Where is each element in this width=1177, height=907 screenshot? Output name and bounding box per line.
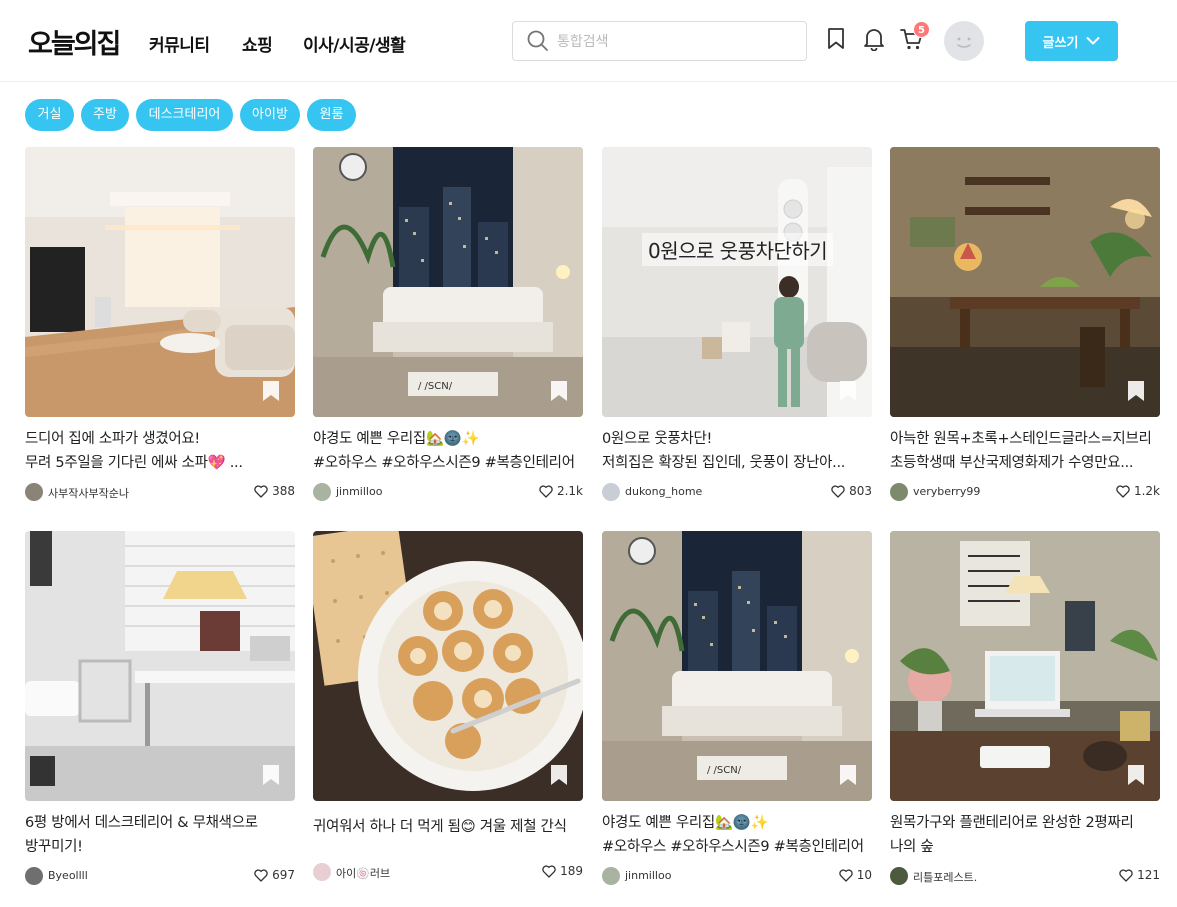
card-author: 리틀포레스트. 121	[890, 867, 1160, 885]
write-button-label: 글쓰기	[1042, 35, 1079, 51]
heart-icon	[831, 484, 845, 498]
search-box[interactable]	[512, 21, 807, 61]
card-title[interactable]: 드디어 집에 소파가 생겼어요! 무려 5주일을 기다린 에싸 소파💖 ...	[25, 427, 295, 475]
author-avatar[interactable]	[890, 483, 908, 501]
author-name[interactable]: 아이🍥러브	[336, 865, 390, 881]
bookmark-icon[interactable]	[549, 763, 569, 787]
card-title[interactable]: 6평 방에서 데스크테리어 & 무채색으로 방꾸미기!	[25, 811, 295, 859]
card-image[interactable]	[25, 531, 295, 801]
image-overlay-caption: 0원으로 웃풍차단하기	[642, 233, 834, 266]
card-image[interactable]: / /SCN/	[602, 531, 872, 801]
heart-icon	[1119, 868, 1133, 882]
cart-count-badge: 5	[913, 21, 930, 38]
like-count: 10	[856, 868, 872, 882]
card-image[interactable]	[890, 531, 1160, 801]
search-input[interactable]	[557, 30, 797, 54]
heart-icon	[542, 864, 556, 878]
like-button[interactable]: 121	[1119, 868, 1160, 882]
heart-icon	[1116, 484, 1130, 498]
card-image[interactable]	[25, 147, 295, 417]
category-chip-deskterior[interactable]: 데스크테리어	[136, 99, 233, 131]
like-button[interactable]: 10	[839, 868, 872, 882]
like-count: 1.2k	[1133, 484, 1160, 498]
card-image[interactable]	[890, 147, 1160, 417]
like-count: 189	[560, 864, 583, 878]
nav-moving-services[interactable]: 이사/시공/생활	[303, 31, 406, 56]
like-button[interactable]: 2.1k	[539, 484, 583, 498]
card-image[interactable]	[313, 531, 583, 801]
card-author: jinmilloo 10	[602, 867, 872, 885]
like-count: 2.1k	[556, 484, 583, 498]
bookmark-icon[interactable]	[838, 763, 858, 787]
category-chip-kids-room[interactable]: 아이방	[240, 99, 300, 131]
card-title[interactable]: 0원으로 웃풍차단! 저희집은 확장된 집인데, 웃풍이 장난아...	[602, 427, 872, 475]
heart-icon	[539, 484, 553, 498]
like-count: 121	[1137, 868, 1160, 882]
bell-icon[interactable]	[863, 27, 885, 51]
bookmark-icon[interactable]	[838, 379, 858, 403]
author-avatar[interactable]	[313, 863, 331, 881]
like-count: 388	[272, 484, 295, 498]
search-icon	[527, 30, 548, 51]
like-count: 803	[849, 484, 872, 498]
card-author: Byeollll 697	[25, 867, 295, 885]
bookmark-icon[interactable]	[549, 379, 569, 403]
user-avatar[interactable]	[944, 21, 984, 61]
category-chip-studio[interactable]: 원룸	[307, 99, 356, 131]
bookmark-icon[interactable]	[261, 763, 281, 787]
category-chip-kitchen[interactable]: 주방	[81, 99, 129, 131]
card-author: veryberry99 1.2k	[890, 483, 1160, 501]
heart-icon	[839, 868, 853, 882]
card-author: dukong_home 803	[602, 483, 872, 501]
author-name[interactable]: jinmilloo	[625, 869, 671, 882]
bookmark-icon[interactable]	[1126, 763, 1146, 787]
author-avatar[interactable]	[25, 867, 43, 885]
nav-community[interactable]: 커뮤니티	[149, 31, 210, 56]
nav-shopping[interactable]: 쇼핑	[242, 31, 273, 56]
like-button[interactable]: 388	[254, 484, 295, 498]
category-chip-living-room[interactable]: 거실	[25, 99, 74, 131]
bookmark-icon[interactable]	[826, 27, 846, 51]
like-button[interactable]: 189	[542, 864, 583, 878]
chevron-down-icon	[1086, 37, 1100, 45]
like-button[interactable]: 1.2k	[1116, 484, 1160, 498]
author-name[interactable]: jinmilloo	[336, 485, 382, 498]
like-count: 697	[272, 868, 295, 882]
card-author: 사부작사부작순나 388	[25, 483, 295, 501]
svg-text:/ /SCN/: / /SCN/	[707, 765, 742, 776]
card-title[interactable]: 야경도 예쁜 우리집🏡🌚✨ #오하우스 #오하우스시즌9 #복층인테리어	[313, 427, 583, 475]
like-button[interactable]: 803	[831, 484, 872, 498]
card-title[interactable]: 야경도 예쁜 우리집🏡🌚✨ #오하우스 #오하우스시즌9 #복층인테리어	[602, 811, 872, 859]
author-name[interactable]: Byeollll	[48, 869, 88, 882]
write-button[interactable]: 글쓰기	[1025, 21, 1118, 61]
author-name[interactable]: 사부작사부작순나	[48, 485, 129, 501]
like-button[interactable]: 697	[254, 868, 295, 882]
bookmark-icon[interactable]	[1126, 379, 1146, 403]
card-title[interactable]: 귀여워서 하나 더 먹게 됨😊 겨울 제철 간식	[313, 815, 583, 863]
author-name[interactable]: dukong_home	[625, 485, 702, 498]
author-avatar[interactable]	[602, 867, 620, 885]
author-avatar[interactable]	[25, 483, 43, 501]
top-header: 오늘의집 커뮤니티 쇼핑 이사/시공/생활 5 글쓰기	[0, 0, 1177, 82]
author-avatar[interactable]	[313, 483, 331, 501]
card-title[interactable]: 아늑한 원목+초록+스테인드글라스=지브리 초등학생때 부산국제영화제가 수영만…	[890, 427, 1160, 475]
card-image[interactable]: 0원으로 웃풍차단하기	[602, 147, 872, 417]
heart-icon	[254, 484, 268, 498]
bookmark-icon[interactable]	[261, 379, 281, 403]
author-avatar[interactable]	[890, 867, 908, 885]
author-name[interactable]: veryberry99	[913, 485, 980, 498]
heart-icon	[254, 868, 268, 882]
author-name[interactable]: 리틀포레스트.	[913, 869, 977, 885]
card-author: jinmilloo 2.1k	[313, 483, 583, 501]
svg-text:/ /SCN/: / /SCN/	[418, 381, 453, 392]
site-logo[interactable]: 오늘의집	[28, 22, 121, 61]
card-title[interactable]: 원목가구와 플랜테리어로 완성한 2평짜리 나의 숲	[890, 811, 1160, 859]
author-avatar[interactable]	[602, 483, 620, 501]
card-image[interactable]: / /SCN/	[313, 147, 583, 417]
card-author: 아이🍥러브 189	[313, 863, 583, 881]
